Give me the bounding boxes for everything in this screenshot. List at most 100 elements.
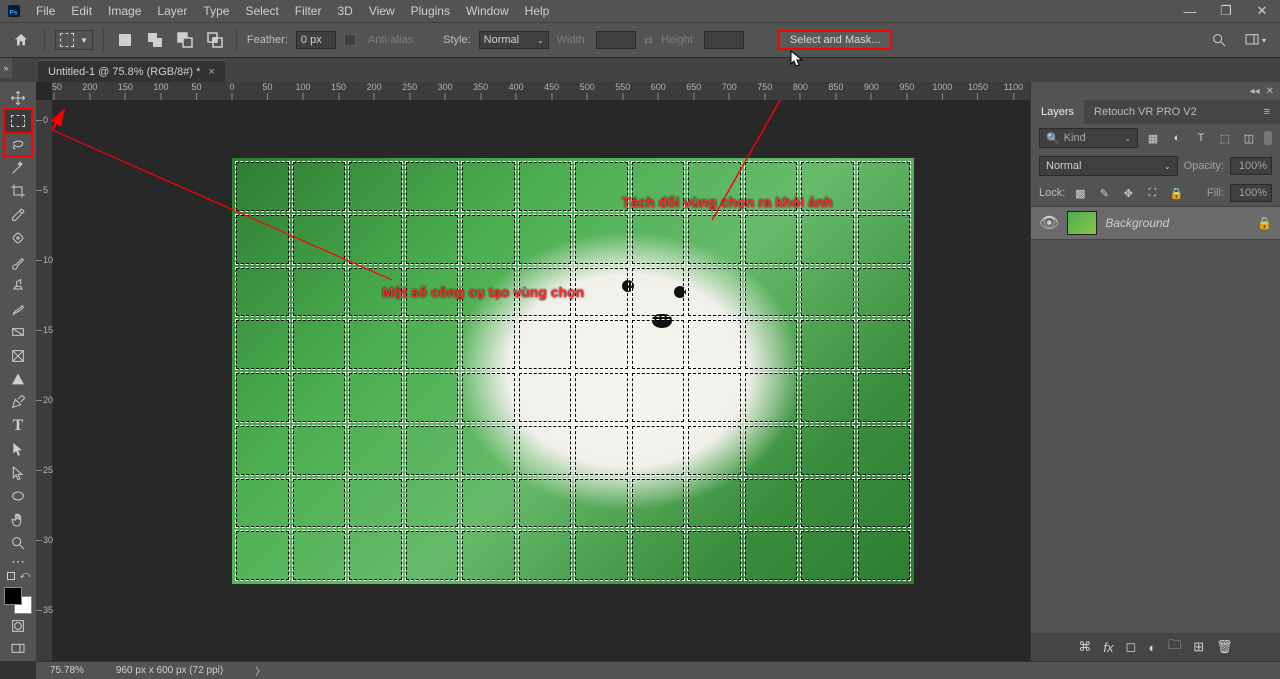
pen-tool[interactable] (4, 391, 32, 414)
menu-edit[interactable]: Edit (63, 4, 100, 18)
fill-label: Fill: (1207, 187, 1224, 199)
menu-help[interactable]: Help (517, 4, 558, 18)
selection-new-button[interactable] (114, 29, 136, 51)
layer-fx-button[interactable]: fx (1103, 640, 1113, 655)
lock-transparent-button[interactable]: ▩ (1071, 184, 1089, 202)
select-and-mask-button[interactable]: Select and Mask... (778, 30, 893, 50)
panel-collapse-button[interactable]: ◂◂ (1250, 86, 1260, 97)
delete-layer-button[interactable]: 🗑 (1216, 639, 1233, 655)
path-selection-tool[interactable] (4, 438, 32, 461)
rect-marquee-icon (60, 33, 74, 47)
layer-visibility-toggle[interactable]: 👁 (1039, 213, 1059, 233)
triangle-tool[interactable] (4, 367, 32, 390)
window-close-button[interactable]: ✕ (1244, 0, 1280, 22)
selection-add-button[interactable] (144, 29, 166, 51)
adjustment-layer-button[interactable]: ◐ (1148, 640, 1156, 655)
blend-mode-select[interactable]: Normal⌄ (1039, 156, 1178, 176)
tool-preset-picker[interactable]: ▼ (55, 30, 93, 50)
edit-toolbar-button[interactable] (4, 569, 18, 583)
foreground-color-swatch[interactable] (4, 587, 22, 605)
menu-image[interactable]: Image (100, 4, 149, 18)
color-swatches[interactable] (4, 587, 32, 614)
doc-info-display[interactable]: 960 px x 600 px (72 ppi) (110, 665, 229, 676)
menu-view[interactable]: View (361, 4, 403, 18)
menu-file[interactable]: File (28, 4, 63, 18)
canvas-viewport[interactable]: Tách đối vùng chọn ra khỏi ảnh Một số cô… (52, 100, 1030, 661)
healing-brush-tool[interactable] (4, 227, 32, 250)
menu-layer[interactable]: Layer (149, 4, 195, 18)
panel-close-button[interactable]: ✕ (1266, 86, 1274, 97)
add-mask-button[interactable]: ◻ (1126, 639, 1137, 655)
feather-input[interactable]: 0 px (296, 31, 336, 49)
window-maximize-button[interactable]: ❐ (1208, 0, 1244, 22)
workspace-switcher[interactable]: ▾ (1244, 29, 1266, 51)
eyedropper-tool[interactable] (4, 203, 32, 226)
fill-input[interactable]: 100% (1230, 184, 1272, 202)
horizontal-ruler[interactable]: 2502001501005005010015020025030035040045… (52, 82, 1030, 100)
zoom-display[interactable]: 75.78% (44, 665, 90, 676)
dock-expand-handle[interactable]: » (0, 58, 12, 78)
close-tab-button[interactable]: × (208, 66, 214, 78)
vertical-ruler[interactable]: 05101520253035 (36, 100, 52, 661)
lock-all-button[interactable]: 🔒 (1167, 184, 1185, 202)
menu-3d[interactable]: 3D (329, 4, 360, 18)
layer-row-background[interactable]: 👁 Background 🔒 (1031, 206, 1280, 240)
selection-subtract-button[interactable] (174, 29, 196, 51)
tab-layers[interactable]: Layers (1031, 100, 1084, 124)
new-layer-button[interactable]: ⊞ (1193, 639, 1204, 655)
style-select[interactable]: Normal⌄ (479, 31, 549, 49)
filter-toggle[interactable] (1264, 131, 1272, 145)
swap-wh-icon: ⇄ (644, 34, 653, 47)
move-tool[interactable] (4, 86, 32, 109)
tab-retouch-vr[interactable]: Retouch VR PRO V2 (1084, 100, 1207, 124)
frame-tool[interactable] (4, 344, 32, 367)
type-tool[interactable]: T (4, 414, 32, 437)
link-layers-button[interactable]: ⌘ (1078, 639, 1091, 655)
selection-intersect-button[interactable] (204, 29, 226, 51)
layer-name[interactable]: Background (1105, 216, 1249, 230)
opacity-input[interactable]: 100% (1230, 157, 1272, 175)
gradient-tool[interactable] (4, 320, 32, 343)
quick-mask-toggle[interactable] (4, 614, 32, 637)
history-brush-tool[interactable] (4, 297, 32, 320)
layer-filter-kind[interactable]: 🔍Kind ⌄ (1039, 128, 1138, 148)
options-bar: ▼ Feather: 0 px Anti-alias Style: Normal… (0, 22, 1280, 58)
clone-stamp-tool[interactable] (4, 274, 32, 297)
group-layers-button[interactable]: 🗀 (1168, 636, 1181, 658)
home-button[interactable] (8, 29, 34, 51)
brush-tool[interactable] (4, 250, 32, 273)
filter-pixel-icon[interactable]: ▦ (1144, 129, 1162, 147)
document-tab[interactable]: Untitled-1 @ 75.8% (RGB/8#) * × (38, 60, 225, 82)
window-minimize-button[interactable]: — (1172, 0, 1208, 22)
screen-mode-button[interactable] (4, 638, 32, 661)
filter-adjustment-icon[interactable]: ◐ (1168, 129, 1186, 147)
rectangular-marquee-tool[interactable] (4, 109, 32, 132)
lock-paint-button[interactable]: ✎ (1095, 184, 1113, 202)
filter-shape-icon[interactable]: ⬚ (1216, 129, 1234, 147)
filter-smart-icon[interactable]: ◫ (1240, 129, 1258, 147)
lock-position-button[interactable]: ✥ (1119, 184, 1137, 202)
ellipse-tool[interactable] (4, 484, 32, 507)
hand-tool[interactable] (4, 508, 32, 531)
default-colors-button[interactable]: ⤺ (18, 569, 32, 583)
filter-type-icon[interactable]: T (1192, 129, 1210, 147)
menu-filter[interactable]: Filter (287, 4, 330, 18)
panel-menu-button[interactable]: ≡ (1254, 100, 1280, 124)
menu-type[interactable]: Type (195, 4, 237, 18)
menu-select[interactable]: Select (237, 4, 286, 18)
annotation-text-2: Một số công cụ tạo vùng chọn (382, 284, 584, 300)
search-button[interactable] (1208, 29, 1230, 51)
menu-window[interactable]: Window (458, 4, 517, 18)
layer-lock-icon[interactable]: 🔒 (1257, 216, 1272, 230)
status-more[interactable]: 〉 (249, 663, 271, 678)
zoom-tool[interactable] (4, 531, 32, 554)
layers-bottom-bar: ⌘ fx ◻ ◐ 🗀 ⊞ 🗑 (1031, 633, 1280, 661)
menu-plugins[interactable]: Plugins (403, 4, 458, 18)
direct-selection-tool[interactable] (4, 461, 32, 484)
lasso-tool[interactable] (4, 133, 32, 156)
layer-thumbnail[interactable] (1067, 211, 1097, 235)
lock-artboard-button[interactable]: ⛶ (1143, 184, 1161, 202)
magic-wand-tool[interactable] (4, 156, 32, 179)
toolbar-more[interactable]: ⋯ (4, 555, 32, 569)
crop-tool[interactable] (4, 180, 32, 203)
